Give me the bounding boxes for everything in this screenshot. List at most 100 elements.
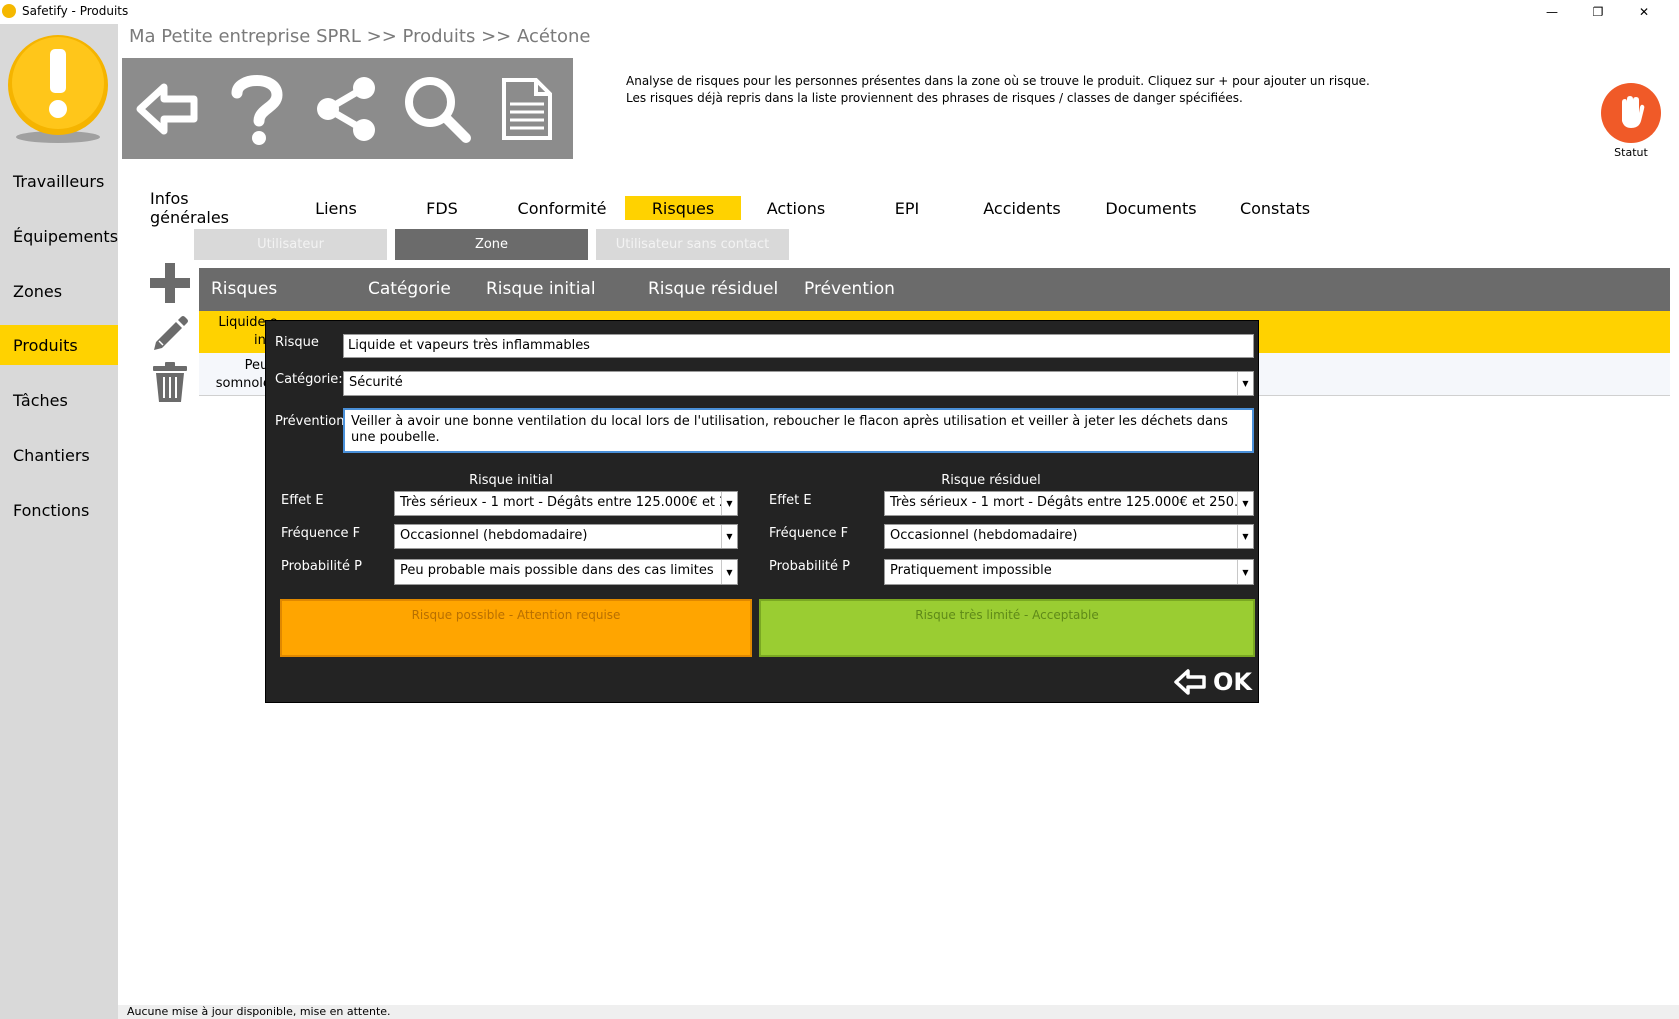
sidebar-item-chantiers[interactable]: Chantiers xyxy=(0,435,118,475)
info-line-1: Analyse de risques pour les personnes pr… xyxy=(626,74,1370,88)
sidebar-item-fonctions[interactable]: Fonctions xyxy=(0,490,118,530)
sidebar-item-equipements[interactable]: Équipements xyxy=(0,216,118,256)
info-text: Analyse de risques pour les personnes pr… xyxy=(626,73,1370,107)
residual-effect-label: Effet E xyxy=(769,493,812,508)
category-select-value: Sécurité xyxy=(349,375,403,390)
residual-probability-select[interactable]: Pratiquement impossible ▼ xyxy=(884,559,1254,585)
initial-frequency-value: Occasionnel (hebdomadaire) xyxy=(400,528,588,543)
plus-icon xyxy=(150,263,190,303)
subtab-zone[interactable]: Zone xyxy=(395,229,588,260)
status-button[interactable] xyxy=(1601,83,1661,143)
tab-constats[interactable]: Constats xyxy=(1230,196,1320,220)
initial-risk-title: Risque initial xyxy=(469,473,553,488)
residual-effect-select[interactable]: Très sérieux - 1 mort - Dégâts entre 125… xyxy=(884,491,1254,516)
chevron-down-icon: ▼ xyxy=(1237,372,1253,395)
back-arrow-icon xyxy=(136,83,198,134)
sidebar-item-taches[interactable]: Tâches xyxy=(0,380,118,420)
delete-risk-button[interactable] xyxy=(146,358,194,406)
tab-liens[interactable]: Liens xyxy=(299,196,373,220)
initial-probability-select[interactable]: Peu probable mais possible dans des cas … xyxy=(394,559,738,585)
residual-effect-value: Très sérieux - 1 mort - Dégâts entre 125… xyxy=(890,495,1254,510)
residual-frequency-select[interactable]: Occasionnel (hebdomadaire) ▼ xyxy=(884,524,1254,549)
initial-effect-select[interactable]: Très sérieux - 1 mort - Dégâts entre 125… xyxy=(394,491,738,516)
risk-label: Risque xyxy=(275,335,319,350)
tab-accidents[interactable]: Accidents xyxy=(972,196,1072,220)
category-label: Catégorie: xyxy=(275,372,343,387)
breadcrumb: Ma Petite entreprise SPRL >> Produits >>… xyxy=(129,26,591,47)
tab-epi[interactable]: EPI xyxy=(870,196,944,220)
tab-risques[interactable]: Risques xyxy=(625,196,741,220)
prevention-textarea[interactable]: Veiller à avoir une bonne ventilation du… xyxy=(343,408,1254,453)
column-header-prevention[interactable]: Prévention xyxy=(804,279,895,299)
toolbar xyxy=(122,58,573,159)
risk-table-header: Risques Catégorie Risque initial Risque … xyxy=(199,268,1670,311)
pencil-icon xyxy=(154,316,188,350)
subtab-utilisateur-sans-contact[interactable]: Utilisateur sans contact xyxy=(596,229,789,260)
residual-probability-value: Pratiquement impossible xyxy=(890,563,1052,578)
ok-label: OK xyxy=(1213,668,1252,696)
status-label: Statut xyxy=(1614,146,1648,159)
tab-infos-generales[interactable]: Infos générales xyxy=(150,189,270,227)
minimize-button[interactable]: — xyxy=(1529,0,1575,24)
title-bar: Safetify - Produits — ❐ ✕ xyxy=(0,0,1679,24)
trash-icon xyxy=(153,362,187,402)
column-header-risque-initial[interactable]: Risque initial xyxy=(486,279,596,299)
risk-edit-dialog: Risque Liquide et vapeurs très inflammab… xyxy=(265,320,1259,703)
stop-hand-icon xyxy=(1622,96,1645,128)
back-button[interactable] xyxy=(122,58,212,159)
warning-logo-icon xyxy=(8,35,108,143)
initial-risk-result: Risque possible - Attention requise xyxy=(280,599,752,657)
subtab-utilisateur[interactable]: Utilisateur xyxy=(194,229,387,260)
add-risk-button[interactable] xyxy=(146,259,194,307)
sidebar-item-produits[interactable]: Produits xyxy=(0,325,118,365)
status-bar: Aucune mise à jour disponible, mise en a… xyxy=(118,1005,1679,1019)
initial-probability-value: Peu probable mais possible dans des cas … xyxy=(400,563,714,578)
share-button[interactable] xyxy=(302,58,392,159)
restore-button[interactable]: ❐ xyxy=(1575,0,1621,24)
back-arrow-icon xyxy=(1174,669,1206,695)
column-header-categorie[interactable]: Catégorie xyxy=(368,279,451,299)
tab-fds[interactable]: FDS xyxy=(404,196,480,220)
residual-risk-title: Risque résiduel xyxy=(941,473,1041,488)
initial-effect-label: Effet E xyxy=(281,493,324,508)
window-title: Safetify - Produits xyxy=(22,4,129,18)
help-button[interactable] xyxy=(212,58,302,159)
initial-probability-label: Probabilité P xyxy=(281,559,362,574)
ok-button[interactable]: OK xyxy=(1173,666,1252,698)
tab-conformite[interactable]: Conformité xyxy=(512,196,612,220)
share-icon xyxy=(317,76,375,141)
chevron-down-icon: ▼ xyxy=(1237,560,1253,584)
chevron-down-icon: ▼ xyxy=(721,525,737,548)
column-header-risque-residuel[interactable]: Risque résiduel xyxy=(648,279,778,299)
tab-documents[interactable]: Documents xyxy=(1099,196,1203,220)
residual-probability-label: Probabilité P xyxy=(769,559,850,574)
search-icon xyxy=(405,76,471,143)
chevron-down-icon: ▼ xyxy=(721,492,737,515)
chevron-down-icon: ▼ xyxy=(1237,492,1253,515)
app-window: Safetify - Produits — ❐ ✕ Travailleurs É… xyxy=(0,0,1679,1019)
info-line-2: Les risques déjà repris dans la liste pr… xyxy=(626,91,1243,105)
column-header-risques[interactable]: Risques xyxy=(211,279,277,299)
document-button[interactable] xyxy=(482,58,572,159)
edit-risk-button[interactable] xyxy=(146,310,194,358)
initial-frequency-label: Fréquence F xyxy=(281,526,361,541)
category-select[interactable]: Sécurité ▼ xyxy=(343,371,1254,396)
tab-actions[interactable]: Actions xyxy=(754,196,838,220)
residual-risk-result: Risque très limité - Acceptable xyxy=(759,599,1255,657)
residual-frequency-value: Occasionnel (hebdomadaire) xyxy=(890,528,1078,543)
help-icon xyxy=(231,74,283,145)
residual-frequency-label: Fréquence F xyxy=(769,526,849,541)
chevron-down-icon: ▼ xyxy=(721,560,737,584)
search-button[interactable] xyxy=(392,58,482,159)
close-button[interactable]: ✕ xyxy=(1621,0,1667,24)
initial-frequency-select[interactable]: Occasionnel (hebdomadaire) ▼ xyxy=(394,524,738,549)
sidebar-item-zones[interactable]: Zones xyxy=(0,271,118,311)
sidebar: Travailleurs Équipements Zones Produits … xyxy=(0,24,118,1019)
risk-input[interactable]: Liquide et vapeurs très inflammables xyxy=(343,334,1254,358)
app-logo-icon xyxy=(2,4,16,18)
prevention-label: Prévention xyxy=(275,414,345,429)
sidebar-item-travailleurs[interactable]: Travailleurs xyxy=(0,161,118,201)
chevron-down-icon: ▼ xyxy=(1237,525,1253,548)
document-icon xyxy=(502,77,552,140)
initial-effect-value: Très sérieux - 1 mort - Dégâts entre 125… xyxy=(400,495,738,510)
